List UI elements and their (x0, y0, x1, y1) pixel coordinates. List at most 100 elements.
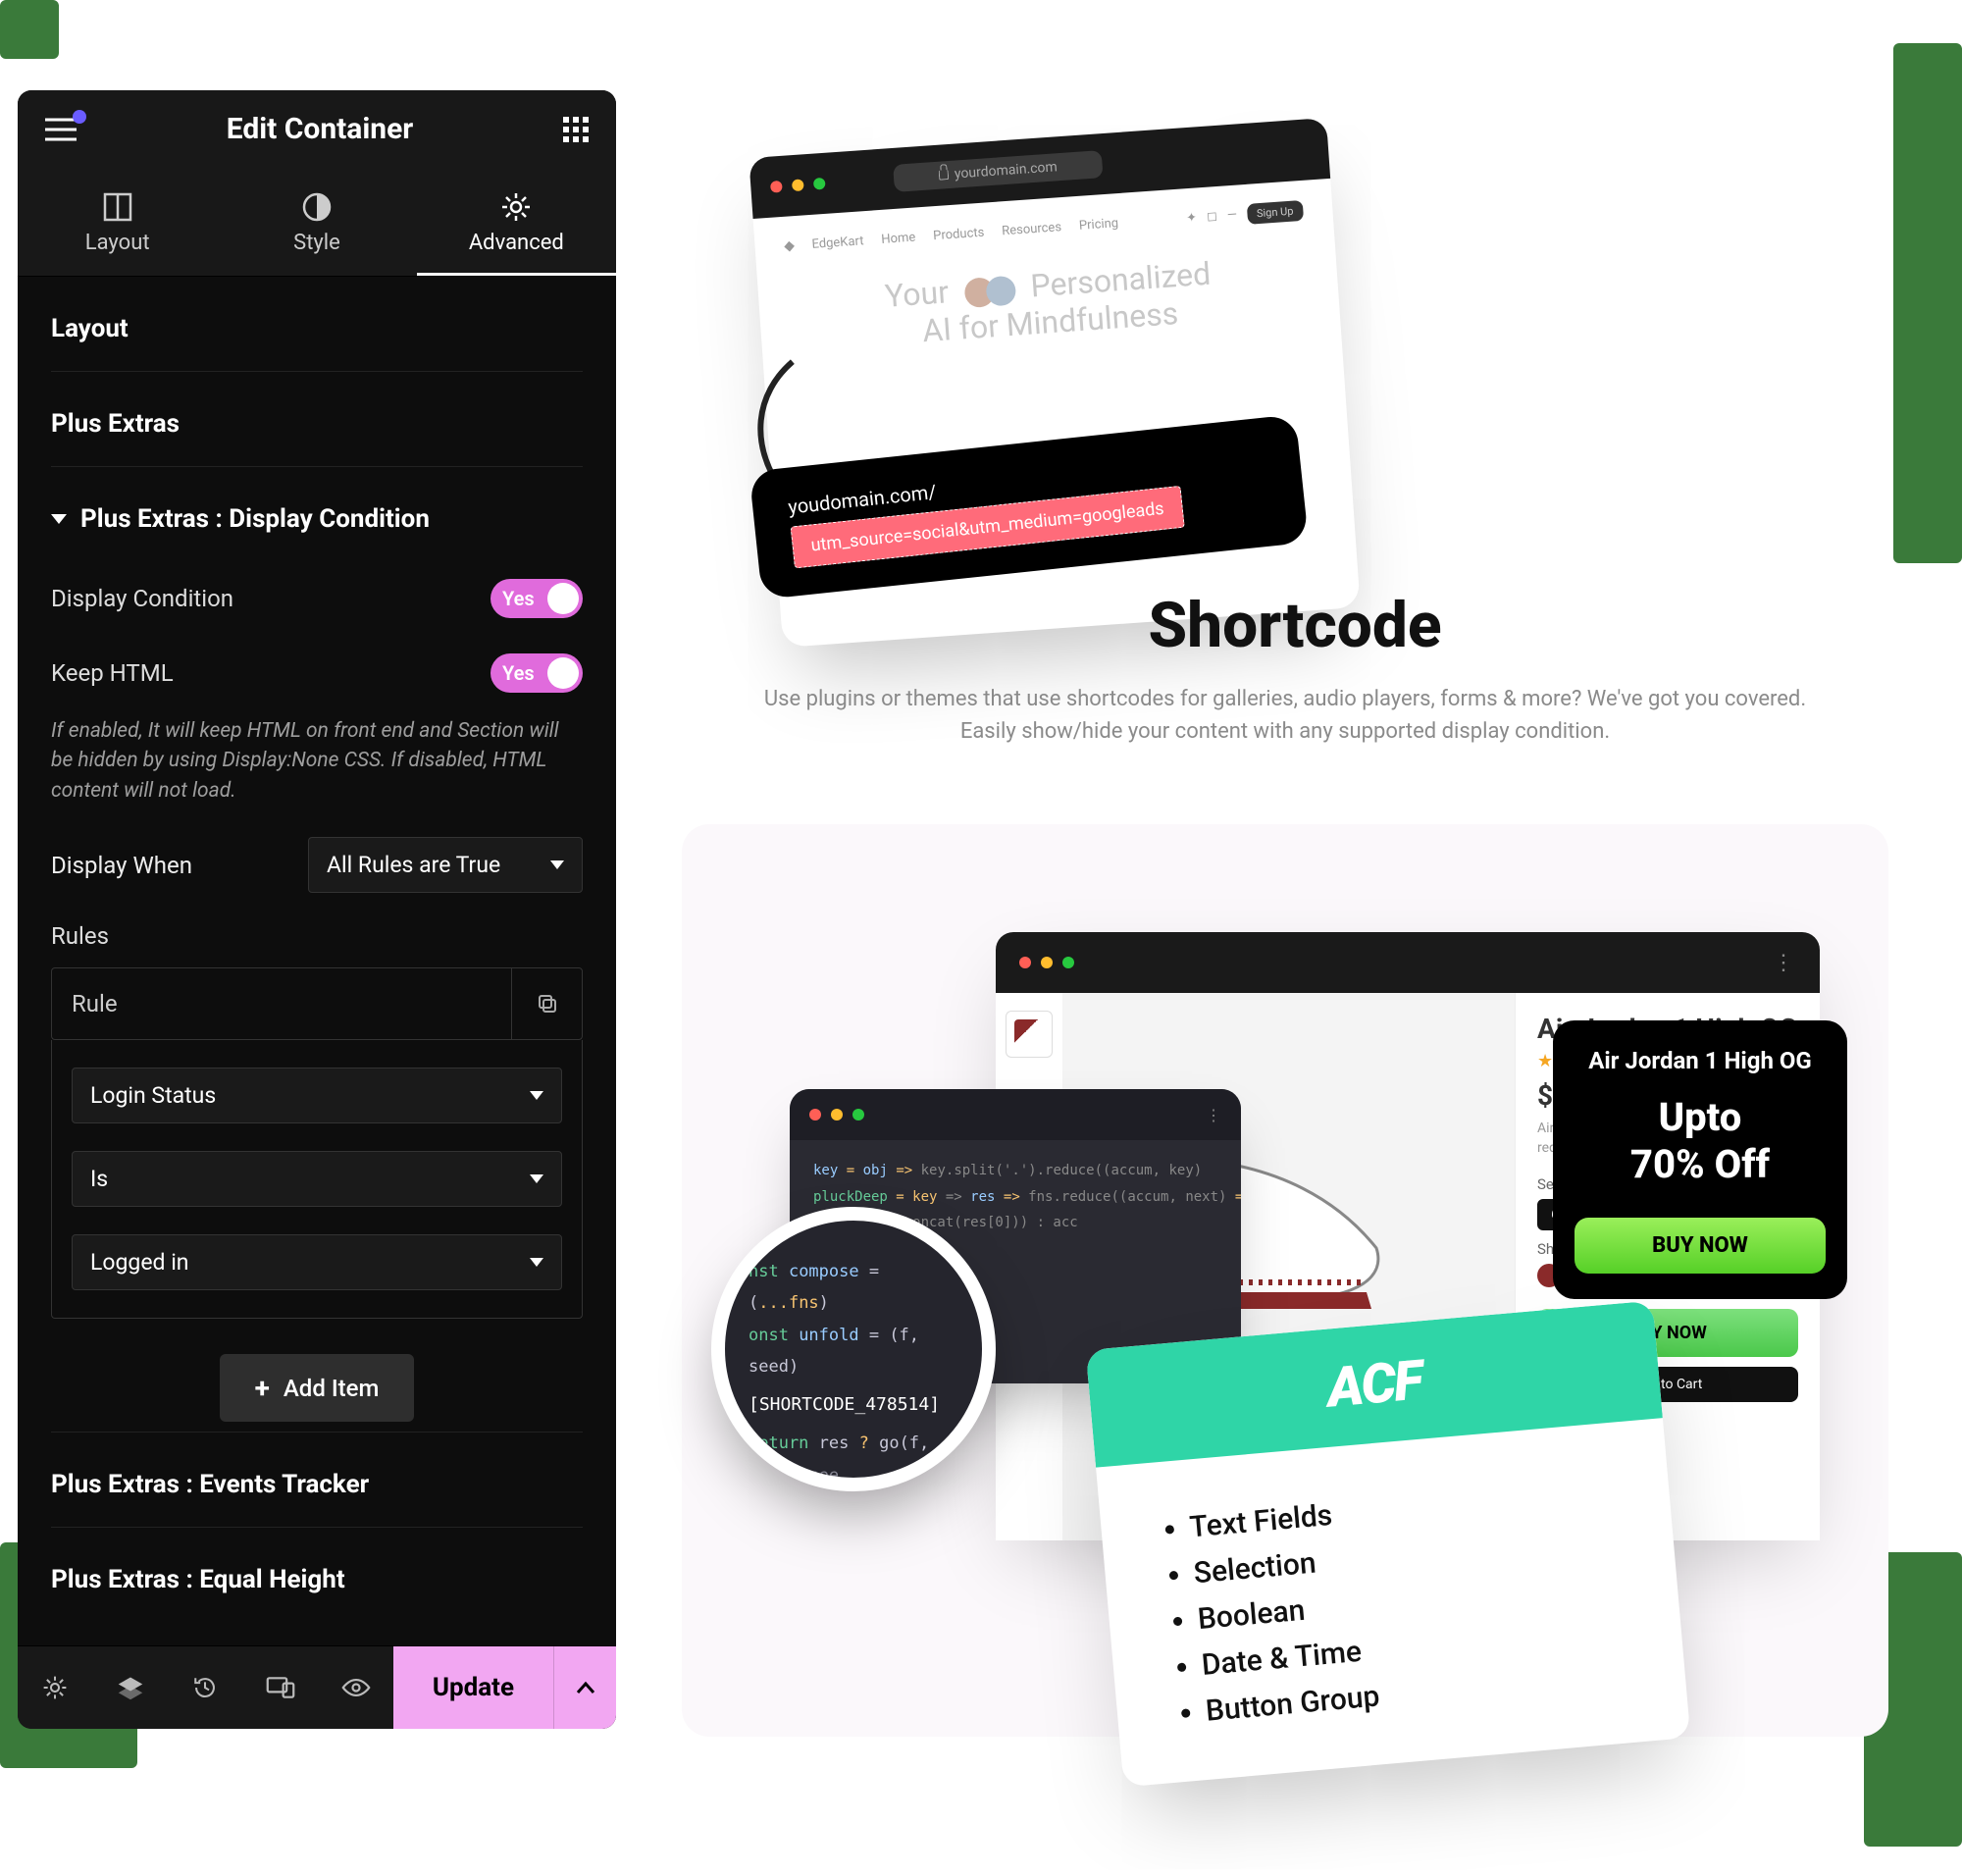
row-keep-html: Keep HTML Yes (51, 636, 583, 710)
help-text: If enabled, It will keep HTML on front e… (51, 716, 583, 806)
rule-header[interactable]: Rule (51, 967, 583, 1040)
select-value: Login Status (90, 1082, 216, 1109)
window-dot-icon (852, 1109, 864, 1120)
panel-title: Edit Container (227, 112, 414, 146)
lower-mock-area: ⋮ Air Jordan 1 High (682, 824, 1888, 1737)
select-rule-op[interactable]: Is (72, 1151, 562, 1207)
hero-nav-item: Products (933, 226, 985, 244)
field-label: Keep HTML (51, 659, 174, 687)
tab-label: Style (293, 231, 340, 255)
panel-body: Layout Plus Extras Plus Extras : Display… (18, 277, 616, 1645)
window-dot-icon (792, 179, 804, 191)
history-button[interactable] (168, 1646, 243, 1729)
toggle-display-condition[interactable]: Yes (490, 579, 583, 618)
select-rule-field[interactable]: Login Status (72, 1068, 562, 1123)
more-icon: ⋮ (1206, 1106, 1221, 1124)
product-thumb[interactable] (1006, 1011, 1053, 1058)
promo-card: Air Jordan 1 High OG Upto 70% Off BUY NO… (1553, 1020, 1847, 1299)
preview-button[interactable] (318, 1646, 393, 1729)
decor-block (0, 0, 59, 59)
field-label: Display Condition (51, 585, 233, 612)
window-dot-icon (1062, 957, 1074, 968)
promo-line: 70% Off (1575, 1141, 1826, 1188)
select-value: All Rules are True (327, 852, 500, 878)
browser-chrome: ⋮ (996, 932, 1820, 993)
chevron-down-icon (530, 1091, 543, 1100)
select-value: Is (90, 1166, 108, 1192)
mag-code: nst compose = (...fns) onst unfold = (f,… (725, 1221, 982, 1491)
tab-advanced[interactable]: Advanced (417, 168, 616, 276)
tab-style[interactable]: Style (217, 168, 416, 276)
caret-down-icon (51, 514, 67, 524)
section-label: Plus Extras : Equal Height (51, 1565, 345, 1594)
hero-nav-item: Home (881, 231, 916, 247)
code-chrome: ⋮ (790, 1089, 1241, 1140)
acf-logo: ACF (1324, 1348, 1423, 1421)
update-button[interactable]: Update (393, 1646, 553, 1729)
chevron-down-icon (550, 860, 564, 869)
url-text: yourdomain.com (954, 159, 1058, 182)
tab-layout[interactable]: Layout (18, 168, 217, 276)
section-label: Plus Extras (51, 409, 180, 439)
row-display-condition: Display Condition Yes (51, 561, 583, 636)
window-dot-icon (1019, 957, 1031, 968)
section-equal-height[interactable]: Plus Extras : Equal Height (51, 1527, 583, 1622)
toggle-knob (547, 657, 579, 689)
acf-card: ACF Text Fields Selection Boolean Date &… (1086, 1301, 1691, 1788)
section-layout[interactable]: Layout (51, 277, 583, 371)
rule-body: Login Status Is Logged in (51, 1040, 583, 1319)
promo-title: Air Jordan 1 High OG (1575, 1046, 1826, 1076)
section-label: Plus Extras : Display Condition (80, 504, 430, 534)
row-display-when: Display When All Rules are True (51, 837, 583, 893)
window-dot-icon (813, 178, 826, 190)
update-label: Update (433, 1673, 514, 1702)
apps-button[interactable] (563, 117, 589, 142)
url-bar: yourdomain.com (893, 150, 1103, 192)
responsive-button[interactable] (243, 1646, 319, 1729)
promo-buy-button[interactable]: BUY NOW (1575, 1218, 1826, 1274)
hero-headline: Your Personalized AI for Mindfulness (787, 248, 1311, 360)
hero-browser-mock: yourdomain.com ◆ EdgeKart Home Products … (749, 118, 1360, 648)
window-dot-icon (809, 1109, 821, 1120)
section-label: Layout (51, 314, 129, 343)
toggle-keep-html[interactable]: Yes (490, 653, 583, 693)
panel-header: Edit Container (18, 90, 616, 168)
url-callout: youdomain.com/ utm_source=social&utm_med… (749, 414, 1309, 599)
hero-nav-item: Resources (1002, 220, 1062, 238)
hero-brand: EdgeKart (811, 234, 864, 252)
decor-block (1893, 43, 1962, 563)
more-icon: ⋮ (1773, 951, 1794, 975)
toggle-value: Yes (502, 587, 535, 610)
update-more-button[interactable] (553, 1646, 616, 1729)
toggle-knob (547, 583, 579, 614)
section-desc: Use plugins or themes that use shortcode… (746, 683, 1825, 748)
section-label: Plus Extras : Events Tracker (51, 1470, 369, 1499)
section-display-condition[interactable]: Plus Extras : Display Condition (51, 466, 583, 561)
add-item-button[interactable]: + Add Item (220, 1354, 415, 1422)
notification-dot-icon (73, 110, 86, 124)
chevron-down-icon (530, 1258, 543, 1267)
toggle-value: Yes (502, 661, 535, 685)
panel-footer: Update (18, 1645, 616, 1729)
select-value: Logged in (90, 1249, 189, 1276)
section-heading: Shortcode (667, 589, 1923, 662)
lock-icon (939, 170, 950, 181)
section-plus-extras[interactable]: Plus Extras (51, 371, 583, 466)
layers-button[interactable] (93, 1646, 169, 1729)
promo-line: Upto (1575, 1094, 1826, 1141)
select-display-when[interactable]: All Rules are True (308, 837, 583, 893)
window-dot-icon (770, 181, 783, 193)
add-item-label: Add Item (284, 1375, 379, 1402)
window-dot-icon (1041, 957, 1053, 968)
panel-tabs: Layout Style Advanced (18, 168, 616, 277)
window-dot-icon (831, 1109, 843, 1120)
tab-label: Advanced (469, 231, 564, 255)
rule-title: Rule (52, 968, 511, 1039)
chevron-down-icon (530, 1174, 543, 1183)
select-rule-value[interactable]: Logged in (72, 1234, 562, 1290)
menu-button[interactable] (45, 118, 77, 141)
rules-label: Rules (51, 893, 583, 962)
section-events-tracker[interactable]: Plus Extras : Events Tracker (51, 1432, 583, 1527)
settings-button[interactable] (18, 1646, 93, 1729)
copy-button[interactable] (511, 968, 582, 1039)
